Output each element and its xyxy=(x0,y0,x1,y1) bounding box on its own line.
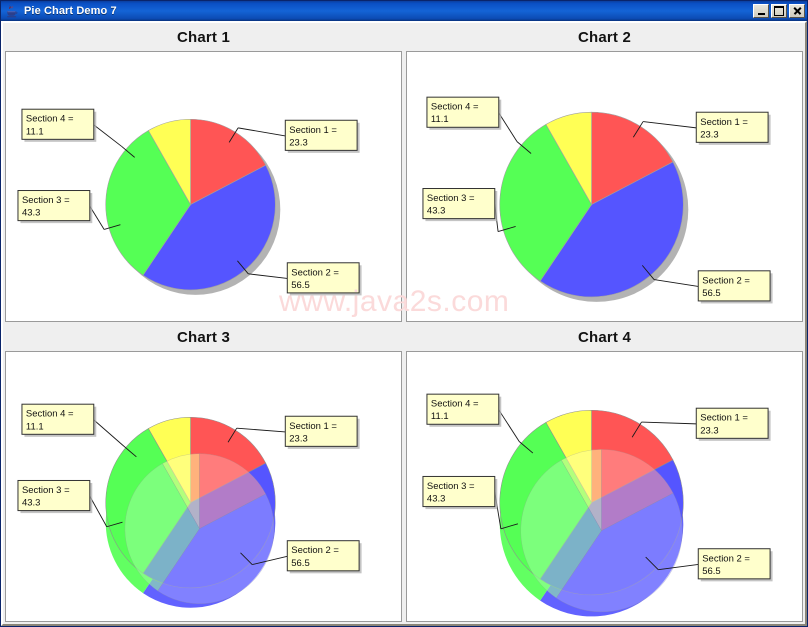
chart-panel-1[interactable]: Section 4 = 11.1 Section 1 = 23.3 Section 3 … xyxy=(5,51,402,322)
pie-chart-2: Section 4 =11.1 Section 1 =23.3 Section 3 … xyxy=(422,96,773,304)
window-title: Pie Chart Demo 7 xyxy=(24,5,117,17)
svg-text:Section 4 =: Section 4 = xyxy=(431,399,479,410)
window-controls xyxy=(753,4,805,18)
svg-text:Section 1 =: Section 1 = xyxy=(700,413,748,424)
chart-cell-3: Chart 3 Section 4 = 11.1 Section 1 = 23.3 Se… xyxy=(5,325,402,622)
java-cup-icon xyxy=(4,3,20,19)
svg-text:Section 1 =: Section 1 = xyxy=(289,125,337,136)
chart-title-4: Chart 4 xyxy=(577,329,632,346)
chart-title-1: Chart 1 xyxy=(176,29,231,46)
svg-text:56.5: 56.5 xyxy=(702,566,720,577)
svg-text:Section 3 =: Section 3 = xyxy=(22,485,70,496)
svg-text:43.3: 43.3 xyxy=(22,498,40,509)
svg-text:23.3: 23.3 xyxy=(289,433,307,444)
pie-chart-4: Section 4 =11.1 Section 1 =23.3 Section 3 … xyxy=(422,393,773,617)
svg-text:Section 2 =: Section 2 = xyxy=(702,275,750,286)
svg-text:23.3: 23.3 xyxy=(700,425,718,436)
chart-panel-2[interactable]: Section 4 = 11.1 Section 1 = 23.3 Section 3 … xyxy=(406,51,803,322)
svg-text:Section 2 =: Section 2 = xyxy=(291,545,339,556)
title-bar[interactable]: Pie Chart Demo 7 xyxy=(1,1,807,21)
svg-text:Section 3 =: Section 3 = xyxy=(427,193,475,204)
chart-cell-1: Chart 1 Section 4 = 11.1 Section 1 = 23.3 Se… xyxy=(5,25,402,322)
pie-chart-1: Section 4 =11.1 Section 1 =23.3 Section 3 … xyxy=(17,108,362,296)
maximize-icon xyxy=(774,6,784,16)
svg-text:Section 3 =: Section 3 = xyxy=(427,481,475,492)
svg-text:Section 3 =: Section 3 = xyxy=(22,195,70,206)
svg-text:Section 4 =: Section 4 = xyxy=(431,102,479,113)
svg-text:Section 1 =: Section 1 = xyxy=(700,117,748,128)
application-window: Pie Chart Demo 7 Chart 1 Section 4 = 11.1… xyxy=(0,0,808,627)
svg-text:Section 2 =: Section 2 = xyxy=(291,267,339,278)
chart-title-3: Chart 3 xyxy=(176,329,231,346)
svg-text:11.1: 11.1 xyxy=(26,421,44,432)
maximize-button[interactable] xyxy=(771,4,787,18)
svg-text:11.1: 11.1 xyxy=(431,114,449,125)
svg-text:Section 1 =: Section 1 = xyxy=(289,421,337,432)
svg-text:43.3: 43.3 xyxy=(22,208,40,219)
svg-text:11.1: 11.1 xyxy=(26,126,44,137)
chart-title-2: Chart 2 xyxy=(577,29,632,46)
client-area: Chart 1 Section 4 = 11.1 Section 1 = 23.3 Se… xyxy=(1,21,807,626)
svg-text:Section 4 =: Section 4 = xyxy=(26,409,74,420)
pie-chart-3: Section 4 =11.1 Section 1 =23.3 Section 3 … xyxy=(17,403,362,608)
svg-text:Section 2 =: Section 2 = xyxy=(702,553,750,564)
svg-text:43.3: 43.3 xyxy=(427,206,445,217)
chart-grid: Chart 1 Section 4 = 11.1 Section 1 = 23.3 Se… xyxy=(5,25,803,622)
chart-panel-4[interactable]: Section 4 = 11.1 Section 1 = 23.3 Section 3 … xyxy=(406,351,803,622)
svg-text:56.5: 56.5 xyxy=(702,288,720,299)
svg-text:43.3: 43.3 xyxy=(427,494,445,505)
svg-text:23.3: 23.3 xyxy=(289,137,307,148)
svg-text:56.5: 56.5 xyxy=(291,558,309,569)
minimize-button[interactable] xyxy=(753,4,769,18)
close-button[interactable] xyxy=(789,4,805,18)
chart-cell-4: Chart 4 Section 4 = 11.1 Section 1 = 23.3 Se… xyxy=(406,325,803,622)
svg-text:56.5: 56.5 xyxy=(291,280,309,291)
chart-panel-3[interactable]: Section 4 = 11.1 Section 1 = 23.3 Section 3 … xyxy=(5,351,402,622)
svg-text:23.3: 23.3 xyxy=(700,129,718,140)
svg-text:Section 4 =: Section 4 = xyxy=(26,114,74,125)
chart-cell-2: Chart 2 Section 4 = 11.1 Section 1 = 23.3 Se… xyxy=(406,25,803,322)
minimize-icon xyxy=(757,13,765,15)
svg-text:11.1: 11.1 xyxy=(431,411,449,422)
